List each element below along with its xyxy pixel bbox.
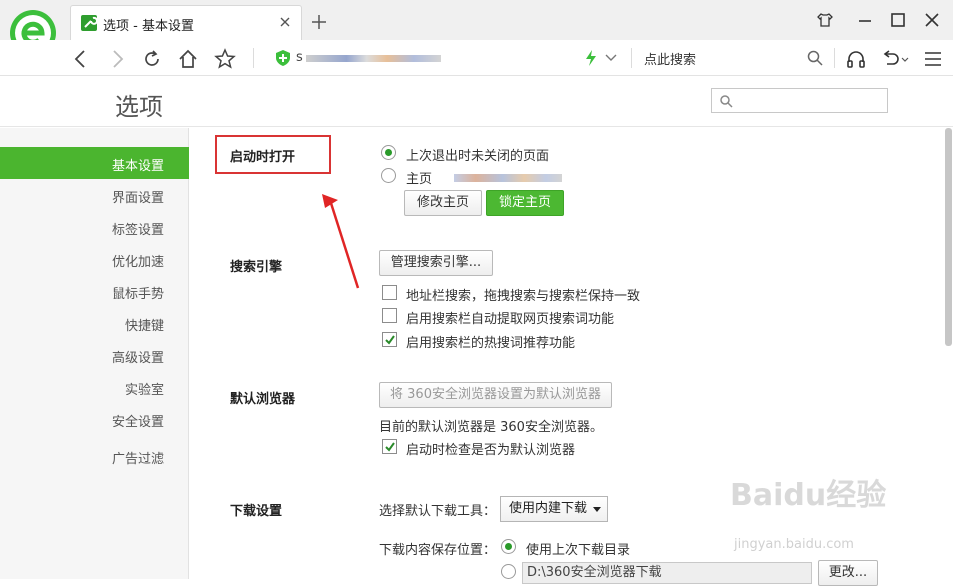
close-window-icon[interactable] [922, 10, 942, 30]
navigation-bar: s 点此搜索 [0, 40, 953, 76]
default-browser-section-label: 默认浏览器 [230, 392, 296, 407]
home-icon[interactable] [177, 48, 199, 70]
check-default-on-startup-label: 启动时检查是否为默认浏览器 [406, 443, 576, 458]
address-url[interactable]: s [296, 50, 303, 65]
baidu-watermark-url: jingyan.baidu.com [734, 537, 854, 552]
tab-title: 选项 - 基本设置 [103, 19, 194, 34]
auto-extract-search-label: 启用搜索栏自动提取网页搜索词功能 [406, 312, 615, 327]
security-shield-icon[interactable] [276, 50, 290, 66]
maximize-icon[interactable] [888, 10, 908, 30]
sidebar-item-interface[interactable]: 界面设置 [112, 187, 164, 206]
address-url-redacted [306, 55, 441, 62]
addressbar-search-sync-label: 地址栏搜索，拖拽搜索与搜索栏保持一致 [406, 289, 641, 304]
lock-homepage-button[interactable]: 锁定主页 [486, 190, 564, 216]
toolbar-divider [253, 48, 254, 68]
minimize-icon[interactable] [855, 10, 875, 30]
manage-search-engines-button[interactable]: 管理搜索引擎... [379, 250, 493, 276]
search-icon [720, 95, 733, 108]
sidebar-item-tabs[interactable]: 标签设置 [112, 219, 164, 238]
startup-homepage-label: 主页 [406, 172, 433, 187]
checkmark-icon [385, 335, 395, 345]
back-icon[interactable] [70, 48, 92, 70]
use-last-directory-radio[interactable] [501, 539, 516, 554]
sidebar-item-optimize[interactable]: 优化加速 [112, 251, 164, 270]
default-browser-status: 目前的默认浏览器是 360安全浏览器。 [379, 420, 603, 435]
startup-last-pages-radio[interactable] [381, 145, 396, 160]
chevron-down-icon[interactable] [604, 52, 618, 64]
startup-section-label: 启动时打开 [230, 150, 296, 165]
refresh-icon[interactable] [141, 48, 163, 70]
bookmark-star-icon[interactable] [214, 48, 236, 70]
edit-homepage-button[interactable]: 修改主页 [404, 190, 482, 216]
forward-icon[interactable] [106, 48, 128, 70]
download-location-label: 下载内容保存位置： [379, 543, 497, 558]
sidebar-item-advanced[interactable]: 高级设置 [112, 347, 164, 366]
new-tab-icon[interactable] [310, 13, 328, 31]
change-download-path-button[interactable]: 更改... [818, 560, 878, 586]
use-last-directory-label: 使用上次下载目录 [526, 543, 631, 558]
addressbar-search-sync-checkbox[interactable] [382, 285, 397, 300]
download-tool-value: 使用内建下载 [509, 501, 588, 516]
dropdown-caret-icon [593, 507, 601, 512]
page-title: 选项 [115, 93, 163, 121]
startup-homepage-radio[interactable] [381, 168, 396, 183]
skin-icon[interactable] [815, 10, 835, 30]
speed-mode-icon[interactable] [584, 50, 598, 66]
hot-search-recommend-label: 启用搜索栏的热搜词推荐功能 [406, 336, 576, 351]
tab-options[interactable]: 选项 - 基本设置 [70, 5, 302, 40]
download-path-input[interactable]: D:\360安全浏览器下载 [522, 562, 812, 584]
sidebar-item-mouse-gesture[interactable]: 鼠标手势 [112, 283, 164, 302]
download-tool-label: 选择默认下载工具： [379, 504, 497, 519]
hot-search-recommend-checkbox[interactable] [382, 332, 397, 347]
close-tab-icon[interactable] [277, 14, 293, 30]
sidebar-item-shortcuts[interactable]: 快捷键 [125, 315, 164, 334]
custom-directory-radio[interactable] [501, 564, 516, 579]
options-header: 选项 [0, 77, 953, 127]
headphones-icon[interactable] [845, 48, 867, 70]
startup-last-pages-label: 上次退出时未关闭的页面 [406, 149, 550, 164]
search-divider [631, 48, 632, 68]
sidebar-item-basic[interactable]: 基本设置 [112, 155, 164, 174]
wrench-icon [81, 15, 98, 31]
settings-sidebar: 基本设置 界面设置 标签设置 优化加速 鼠标手势 快捷键 高级设置 实验室 安全… [0, 128, 189, 579]
search-icon[interactable] [806, 49, 824, 67]
options-search-input[interactable] [711, 88, 888, 113]
homepage-url-redacted [454, 174, 562, 182]
checkmark-icon [385, 442, 395, 452]
menu-icon[interactable] [922, 48, 944, 70]
annotation-arrow-icon [322, 194, 360, 289]
search-box[interactable]: 点此搜索 [644, 49, 696, 68]
set-default-browser-button[interactable]: 将 360安全浏览器设置为默认浏览器 [379, 382, 612, 408]
sidebar-item-security[interactable]: 安全设置 [112, 411, 164, 430]
undo-dropdown-icon[interactable] [900, 48, 910, 70]
download-tool-select[interactable]: 使用内建下载 [500, 496, 608, 522]
check-default-on-startup-checkbox[interactable] [382, 439, 397, 454]
content-scrollbar-thumb[interactable] [945, 128, 952, 346]
search-end-divider [834, 48, 835, 68]
sidebar-item-lab[interactable]: 实验室 [125, 379, 164, 398]
sidebar-item-ad-filter[interactable]: 广告过滤 [112, 448, 164, 467]
search-engine-section-label: 搜索引擎 [230, 260, 283, 275]
browser-titlebar: 选项 - 基本设置 [0, 0, 953, 62]
undo-close-icon[interactable] [880, 48, 902, 70]
auto-extract-search-checkbox[interactable] [382, 308, 397, 323]
baidu-watermark: Baidu经验 [730, 478, 887, 513]
download-section-label: 下载设置 [230, 504, 283, 519]
